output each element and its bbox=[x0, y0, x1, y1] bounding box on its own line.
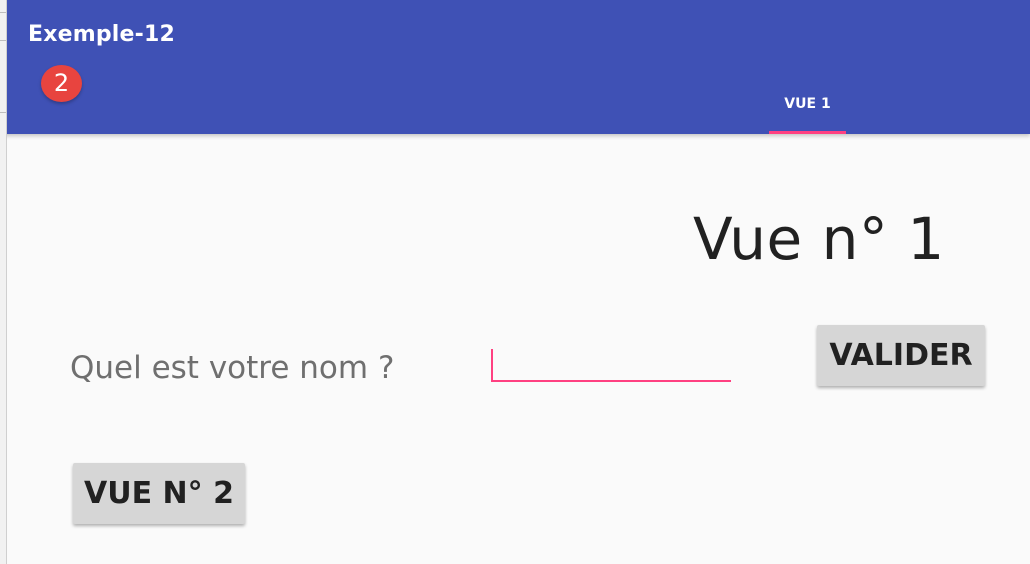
text-cursor bbox=[491, 349, 493, 381]
window-left-edge bbox=[0, 0, 7, 564]
tab-label: VUE 1 bbox=[784, 96, 831, 112]
tab-vue-1[interactable]: VUE 1 bbox=[769, 84, 846, 134]
view-heading: Vue n° 1 bbox=[693, 205, 945, 273]
validate-button[interactable]: VALIDER bbox=[817, 325, 985, 386]
edge-tick bbox=[0, 112, 6, 113]
view-2-button[interactable]: VUE N° 2 bbox=[73, 463, 245, 524]
app-bar: Exemple-12 2 VUE 1 bbox=[0, 0, 1030, 134]
edge-tick bbox=[0, 40, 6, 41]
name-input[interactable] bbox=[491, 348, 731, 382]
app-title: Exemple-12 bbox=[28, 22, 176, 47]
edge-tick bbox=[0, 12, 6, 13]
notification-badge: 2 bbox=[41, 65, 82, 102]
tab-indicator bbox=[769, 131, 846, 134]
app-window: Exemple-12 2 VUE 1 Vue n° 1 Quel est vot… bbox=[0, 0, 1030, 564]
name-prompt-label: Quel est votre nom ? bbox=[70, 350, 395, 386]
